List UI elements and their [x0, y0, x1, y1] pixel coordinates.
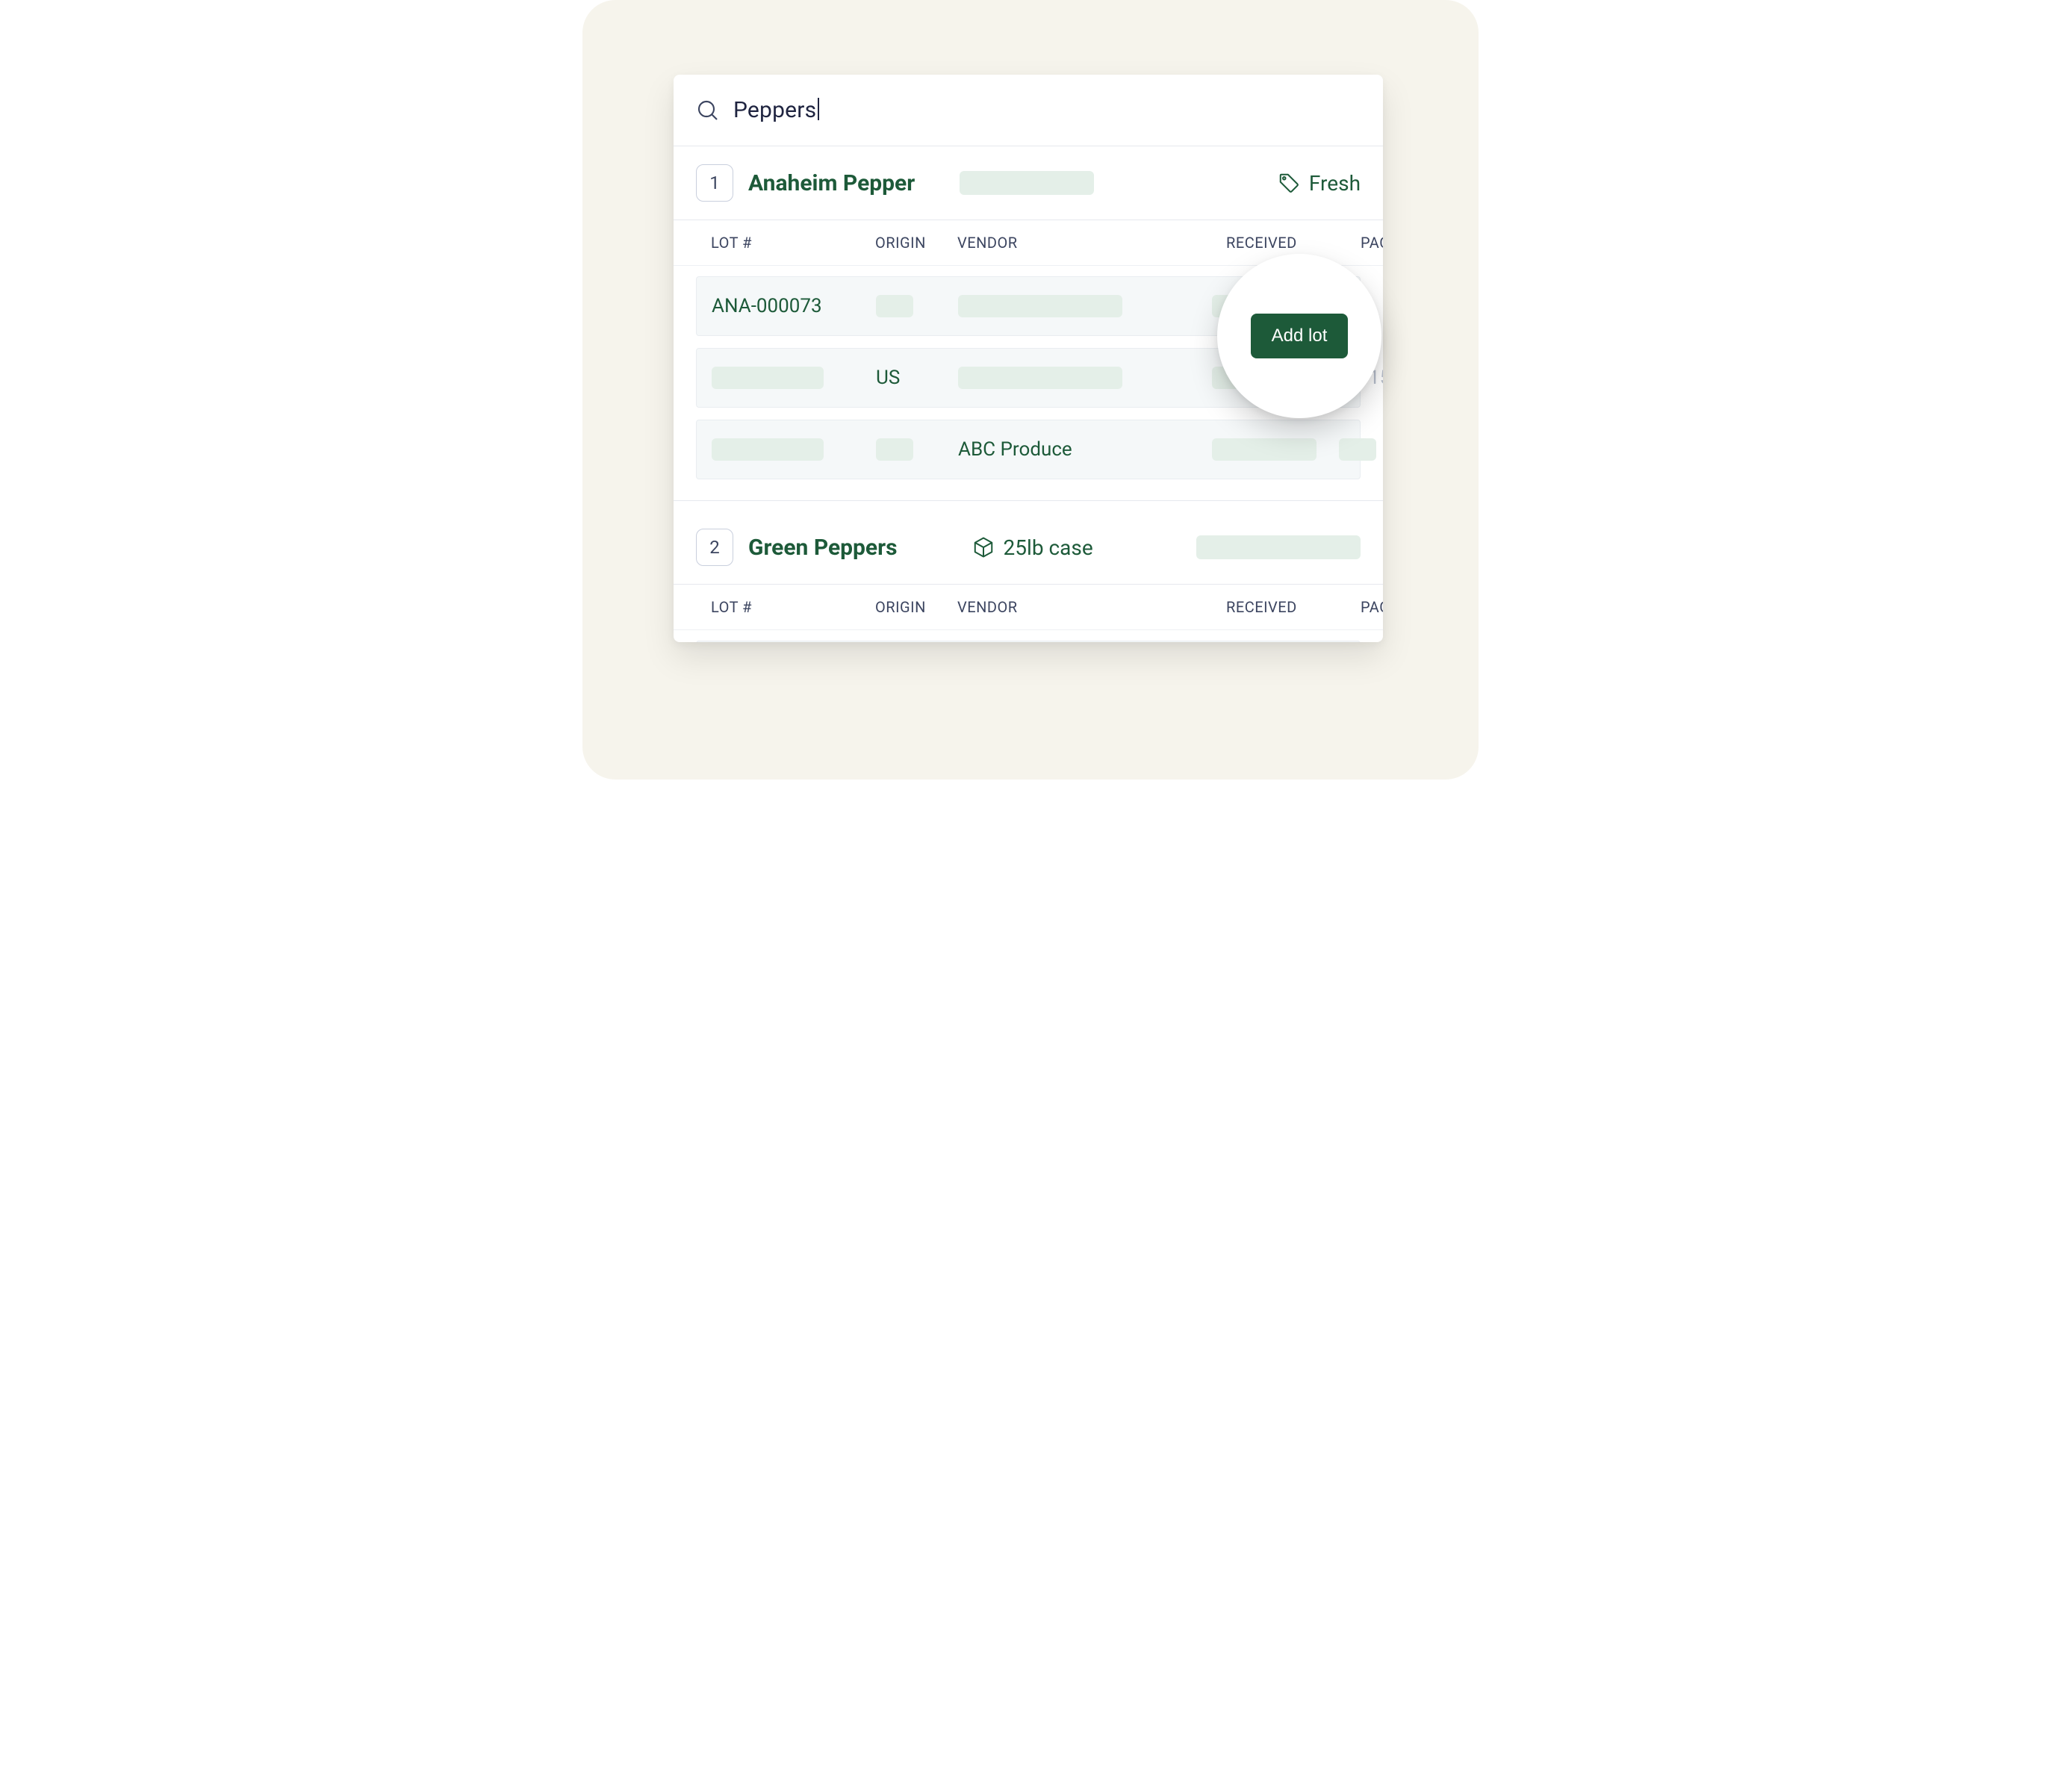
product-name: Anaheim Pepper: [748, 170, 915, 196]
placeholder: [876, 295, 913, 317]
placeholder-pill: [1196, 535, 1361, 559]
column-headers: LOT # ORIGIN VENDOR RECEIVED PACKED: [674, 585, 1383, 630]
unit-label: 25lb case: [1004, 535, 1093, 560]
col-vendor: VENDOR: [957, 234, 1226, 252]
col-lot: LOT #: [711, 234, 875, 252]
tag-icon: [1278, 172, 1300, 194]
col-packed: PACKED: [1361, 598, 1383, 616]
package-icon: [972, 536, 995, 559]
text-cursor: [818, 98, 819, 120]
placeholder: [958, 295, 1122, 317]
product-name: Green Peppers: [748, 535, 898, 561]
search-icon: [696, 99, 720, 122]
cell-lot: ANA-000073: [712, 295, 876, 317]
placeholder: [712, 367, 824, 389]
cell-origin: US: [876, 367, 958, 389]
section-divider: [674, 500, 1383, 511]
product-header-1[interactable]: 1 Anaheim Pepper Fresh: [674, 146, 1383, 220]
product-tag: Fresh: [1278, 171, 1361, 196]
lot-list: [674, 630, 1383, 642]
tag-label: Fresh: [1309, 171, 1361, 196]
add-lot-callout: Add lot: [1217, 254, 1381, 418]
col-received: RECEIVED: [1226, 234, 1361, 252]
col-received: RECEIVED: [1226, 598, 1361, 616]
table-row[interactable]: ABC Produce: [696, 420, 1361, 479]
placeholder-pill: [960, 171, 1094, 195]
product-index: 2: [696, 529, 733, 566]
placeholder: [876, 438, 913, 461]
placeholder: [1212, 438, 1317, 461]
stage: Peppers 1 Anaheim Pepper Fresh LOT # ORI…: [582, 0, 1479, 780]
cell-vendor: ABC Produce: [958, 438, 1212, 461]
col-origin: ORIGIN: [875, 598, 957, 616]
product-unit: 25lb case: [972, 535, 1093, 560]
search-bar[interactable]: Peppers: [674, 75, 1383, 146]
product-header-2[interactable]: 2 Green Peppers 25lb case: [674, 511, 1383, 585]
add-lot-button[interactable]: Add lot: [1251, 314, 1349, 358]
table-row[interactable]: [696, 641, 1361, 642]
search-input[interactable]: Peppers: [733, 97, 819, 123]
col-origin: ORIGIN: [875, 234, 957, 252]
col-lot: LOT #: [711, 598, 875, 616]
col-packed: PACKED: [1361, 234, 1383, 252]
placeholder: [1339, 438, 1376, 461]
placeholder: [958, 367, 1122, 389]
product-index: 1: [696, 164, 733, 202]
col-vendor: VENDOR: [957, 598, 1226, 616]
placeholder: [712, 438, 824, 461]
